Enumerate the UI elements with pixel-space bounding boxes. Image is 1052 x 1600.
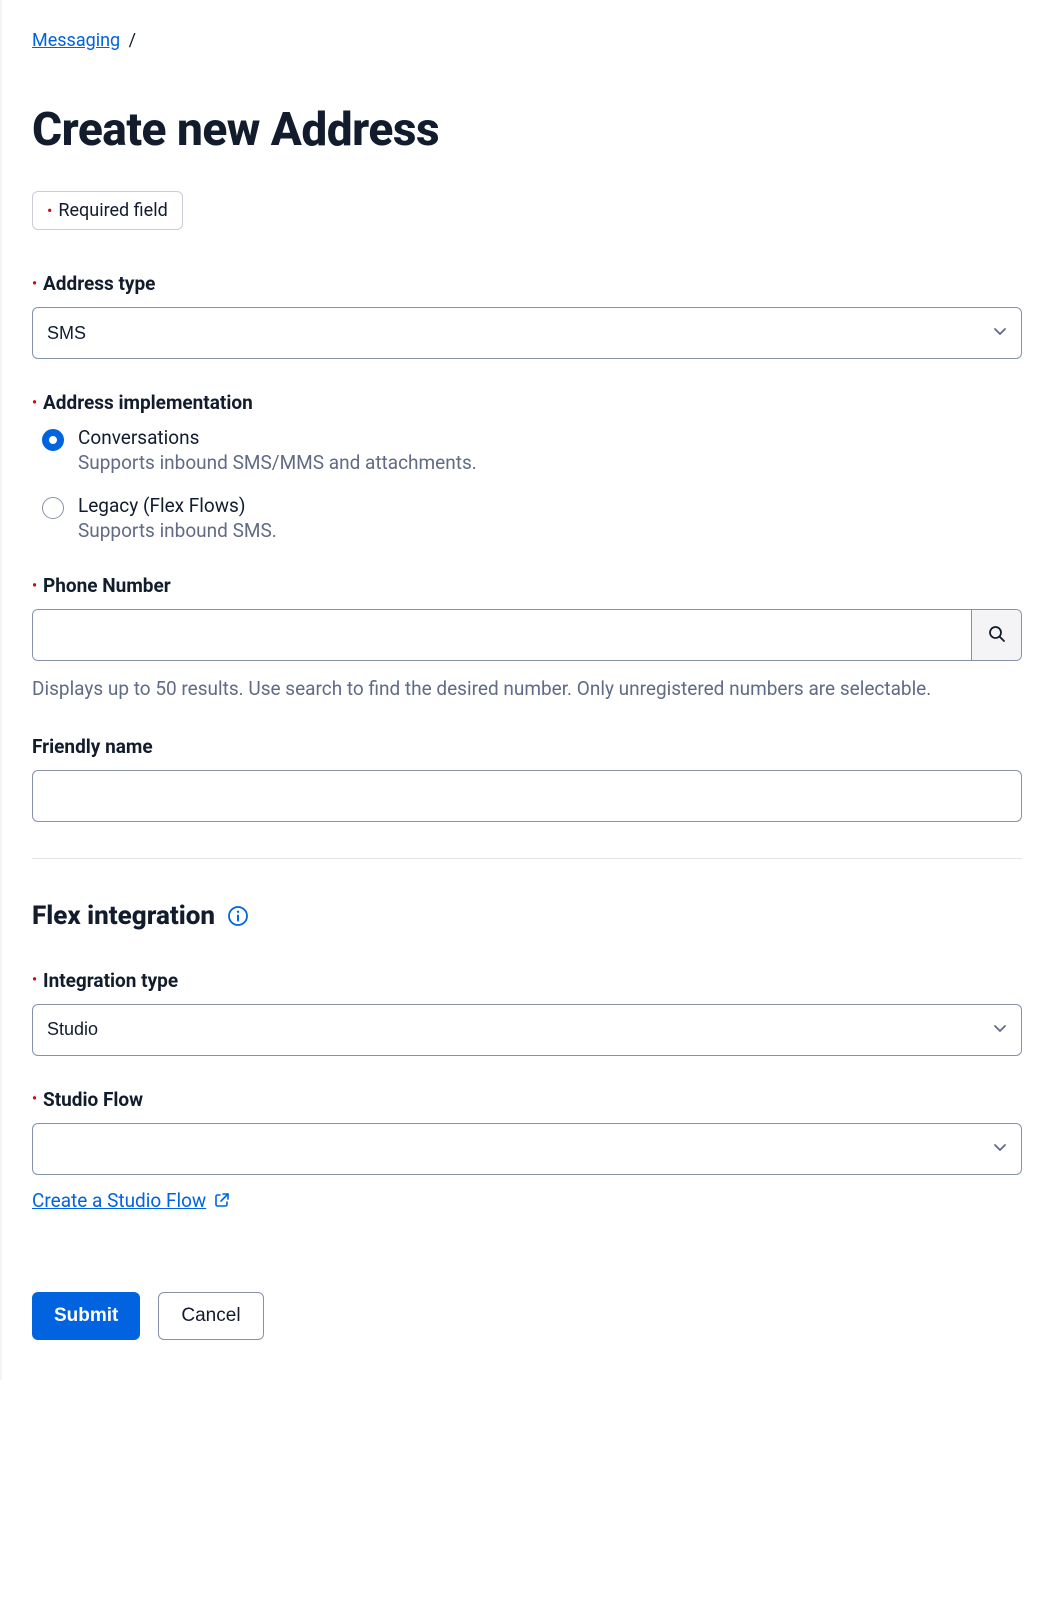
required-field-label: Required field [58,200,167,221]
radio-button-icon [42,429,64,451]
form-actions: Submit Cancel [32,1292,1022,1340]
phone-number-label: Phone Number [32,574,1022,597]
radio-title: Conversations [78,426,477,449]
radio-description: Supports inbound SMS. [78,519,277,542]
phone-number-field: Phone Number Displays up to 50 results. … [32,574,1022,703]
radio-option-legacy[interactable]: Legacy (Flex Flows) Supports inbound SMS… [42,494,1022,542]
breadcrumb: Messaging / [32,30,1022,51]
required-dot-icon: • [47,203,52,219]
breadcrumb-separator: / [129,30,136,51]
friendly-name-label: Friendly name [32,735,1022,758]
radio-option-conversations[interactable]: Conversations Supports inbound SMS/MMS a… [42,426,1022,474]
section-divider [32,858,1022,859]
search-icon [988,625,1006,646]
integration-type-label: Integration type [32,969,1022,992]
radio-description: Supports inbound SMS/MMS and attachments… [78,451,477,474]
flex-integration-title: Flex integration [32,901,215,931]
required-field-badge: • Required field [32,191,183,230]
studio-flow-select[interactable] [32,1123,1022,1175]
radio-title: Legacy (Flex Flows) [78,494,277,517]
address-type-label: Address type [32,272,1022,295]
external-link-icon [214,1193,230,1212]
flex-integration-header: Flex integration [32,901,1022,931]
phone-number-help-text: Displays up to 50 results. Use search to… [32,675,1022,703]
phone-number-input[interactable] [33,610,971,660]
integration-type-field: Integration type [32,969,1022,1056]
breadcrumb-link-messaging[interactable]: Messaging [32,30,120,51]
address-type-field: Address type [32,272,1022,359]
address-implementation-label: Address implementation [32,391,1022,414]
friendly-name-input[interactable] [32,770,1022,822]
submit-button[interactable]: Submit [32,1292,140,1340]
cancel-button[interactable]: Cancel [158,1292,263,1340]
friendly-name-field: Friendly name [32,735,1022,822]
address-implementation-field: Address implementation Conversations Sup… [32,391,1022,542]
create-studio-flow-link[interactable]: Create a Studio Flow [32,1189,206,1212]
radio-button-icon [42,497,64,519]
studio-flow-field: Studio Flow Create a Studio Flow [32,1088,1022,1213]
integration-type-select[interactable] [32,1004,1022,1056]
page-title: Create new Address [32,103,1022,157]
address-type-select[interactable] [32,307,1022,359]
phone-number-search-button[interactable] [971,610,1021,660]
studio-flow-label: Studio Flow [32,1088,1022,1111]
info-icon[interactable] [227,905,249,927]
